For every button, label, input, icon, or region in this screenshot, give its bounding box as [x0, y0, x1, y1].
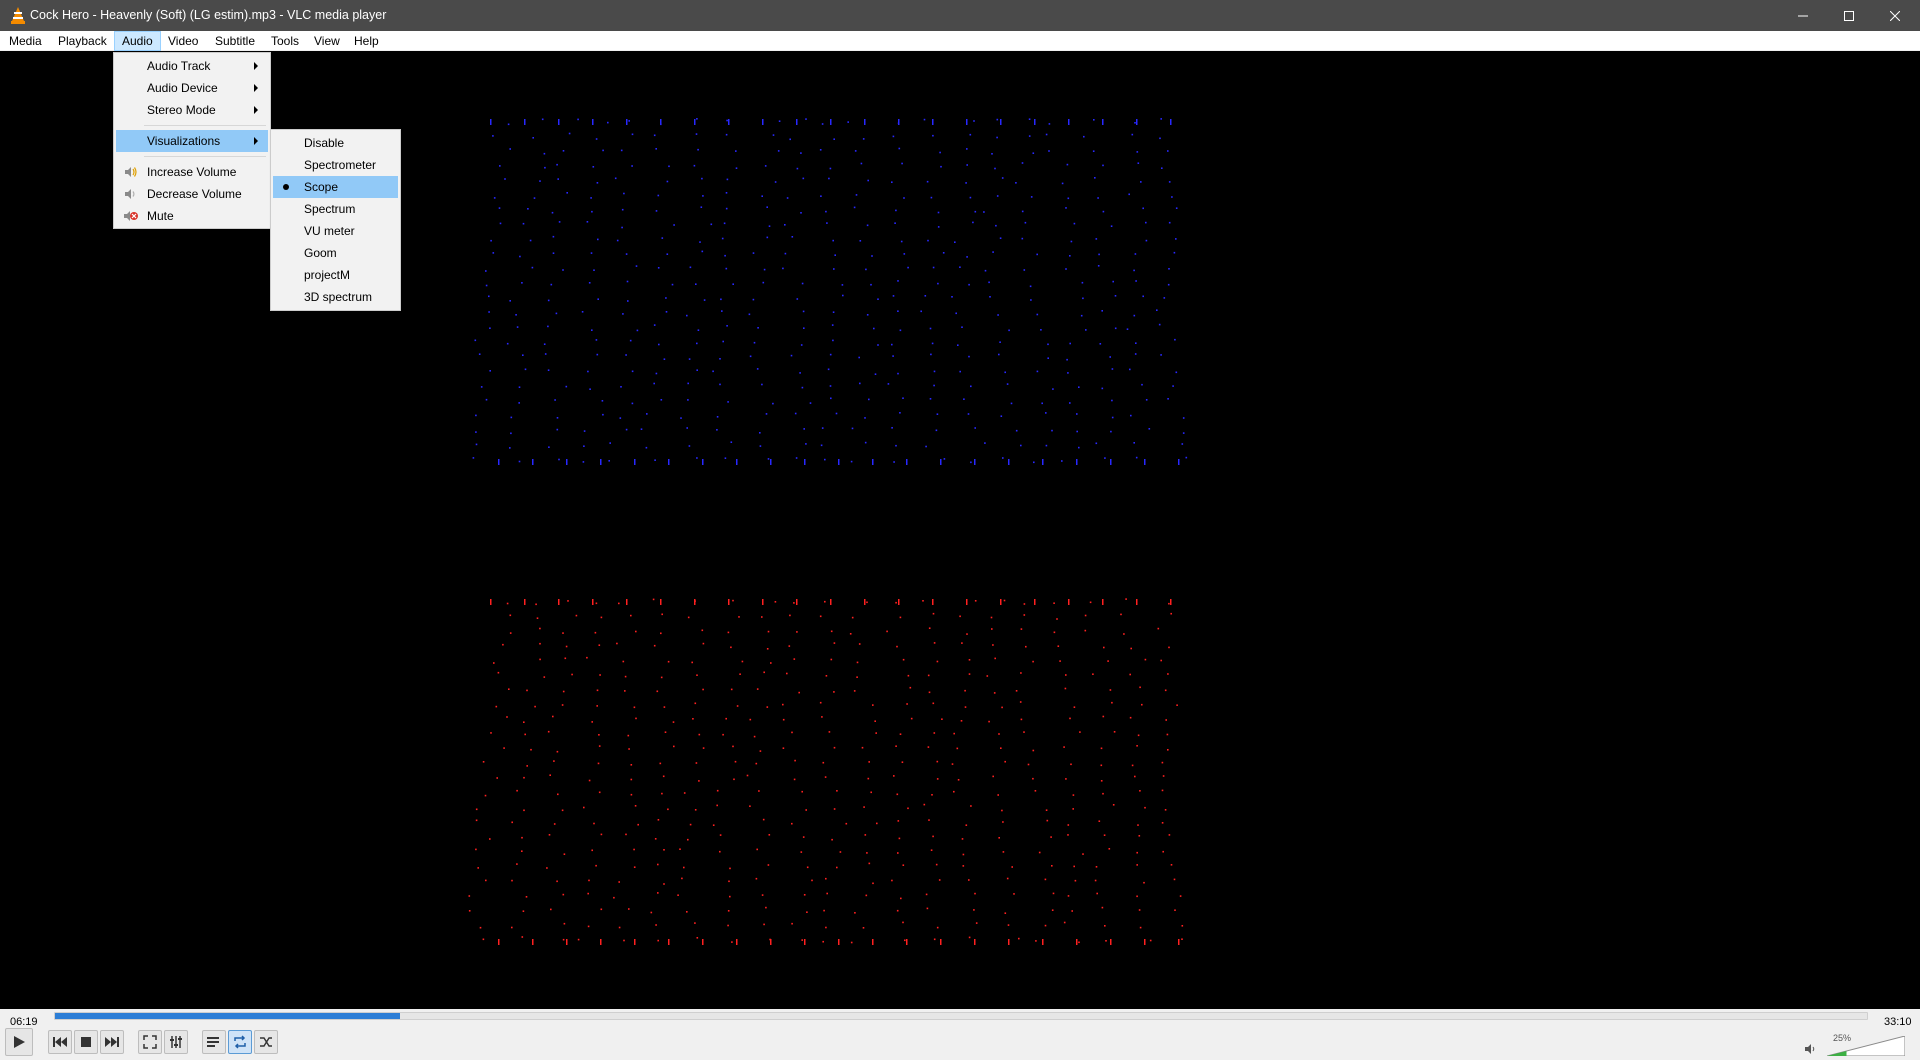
- speaker-icon[interactable]: [1805, 1043, 1817, 1055]
- menu-item-label: Audio Device: [147, 81, 218, 95]
- window-title: Cock Hero - Heavenly (Soft) (LG estim).m…: [30, 8, 387, 22]
- maximize-icon: [1844, 10, 1854, 21]
- play-button[interactable]: [5, 1028, 33, 1056]
- menu-item-label: Disable: [304, 136, 345, 150]
- menu-item-label: Increase Volume: [147, 165, 237, 179]
- menu-view[interactable]: View: [307, 31, 347, 51]
- menu-item-increase-volume[interactable]: Increase Volume: [116, 161, 268, 183]
- total-time: 33:10: [1884, 1016, 1912, 1028]
- menu-item-audio-track[interactable]: Audio Track: [116, 55, 268, 77]
- scope-channel: [472, 118, 1188, 465]
- menu-item-spectrum[interactable]: Spectrum: [273, 198, 398, 220]
- menu-item-spectrometer[interactable]: Spectrometer: [273, 154, 398, 176]
- menu-item-scope[interactable]: Scope: [273, 176, 398, 198]
- menu-item-projectm[interactable]: projectM: [273, 264, 398, 286]
- menu-playback[interactable]: Playback: [51, 31, 114, 51]
- menu-item-label: Spectrum: [304, 202, 356, 216]
- maximize-button[interactable]: [1826, 0, 1872, 31]
- menu-item-label: Stereo Mode: [147, 103, 216, 117]
- volume-down-icon: [125, 189, 135, 199]
- scope-channel: [468, 598, 1184, 945]
- menu-video[interactable]: Video: [161, 31, 205, 51]
- audio-menu: Audio Track Audio Device Stereo Mode Vis…: [113, 52, 271, 229]
- shuffle-icon: [260, 1037, 272, 1047]
- menu-item-goom[interactable]: Goom: [273, 242, 398, 264]
- menu-help[interactable]: Help: [347, 31, 386, 51]
- next-icon: [105, 1037, 119, 1047]
- menu-item-audio-device[interactable]: Audio Device: [116, 77, 268, 99]
- menu-item-disable[interactable]: Disable: [273, 132, 398, 154]
- seek-slider[interactable]: [54, 1012, 1868, 1020]
- menu-tools[interactable]: Tools: [264, 31, 306, 51]
- playlist-icon: [207, 1037, 219, 1047]
- submenu-arrow-icon: [254, 106, 258, 114]
- menu-item-label: Goom: [304, 246, 337, 260]
- minimize-button[interactable]: [1780, 0, 1826, 31]
- menu-bar: Media Playback Audio Video Subtitle Tool…: [0, 31, 1920, 51]
- stop-icon: [81, 1037, 91, 1047]
- visualizations-menu: Disable Spectrometer Scope Spectrum VU m…: [270, 129, 401, 311]
- menu-item-label: Scope: [304, 180, 339, 194]
- menu-item-label: Spectrometer: [304, 158, 377, 172]
- play-icon: [14, 1036, 25, 1048]
- next-button[interactable]: [100, 1030, 124, 1054]
- fullscreen-icon: [143, 1035, 157, 1049]
- playlist-button[interactable]: [202, 1030, 226, 1054]
- menu-item-decrease-volume[interactable]: Decrease Volume: [116, 183, 268, 205]
- loop-icon: [234, 1035, 246, 1049]
- menu-item-vu-meter[interactable]: VU meter: [273, 220, 398, 242]
- radio-selected-icon: [283, 184, 289, 190]
- menu-item-label: VU meter: [304, 224, 355, 238]
- volume-up-icon: [125, 167, 137, 177]
- previous-icon: [53, 1037, 67, 1047]
- menu-item-3d-spectrum[interactable]: 3D spectrum: [273, 286, 398, 308]
- elapsed-time: 06:19: [10, 1016, 38, 1028]
- close-icon: [1890, 10, 1900, 21]
- fullscreen-button[interactable]: [138, 1030, 162, 1054]
- loop-button[interactable]: [228, 1030, 252, 1054]
- menu-media[interactable]: Media: [2, 31, 49, 51]
- submenu-arrow-icon: [254, 137, 258, 145]
- menu-item-visualizations[interactable]: Visualizations: [116, 130, 268, 152]
- menu-audio[interactable]: Audio: [114, 31, 161, 51]
- menu-separator: [144, 125, 266, 126]
- previous-button[interactable]: [48, 1030, 72, 1054]
- menu-item-stereo-mode[interactable]: Stereo Mode: [116, 99, 268, 121]
- volume-slider[interactable]: [1827, 1036, 1905, 1056]
- minimize-icon: [1798, 15, 1808, 16]
- menu-item-label: projectM: [304, 268, 351, 282]
- mute-icon: [124, 211, 138, 221]
- menu-item-label: Audio Track: [147, 59, 211, 73]
- menu-separator: [144, 156, 266, 157]
- stop-button[interactable]: [74, 1030, 98, 1054]
- menu-item-label: Decrease Volume: [147, 187, 242, 201]
- menu-item-label: Visualizations: [147, 134, 221, 148]
- equalizer-icon: [170, 1036, 182, 1048]
- title-bar[interactable]: Cock Hero - Heavenly (Soft) (LG estim).m…: [0, 0, 1920, 31]
- submenu-arrow-icon: [254, 62, 258, 70]
- vlc-cone-icon: [11, 7, 25, 24]
- menu-item-label: 3D spectrum: [304, 290, 373, 304]
- close-button[interactable]: [1872, 0, 1918, 31]
- random-button[interactable]: [254, 1030, 278, 1054]
- seek-progress: [55, 1013, 401, 1019]
- submenu-arrow-icon: [254, 84, 258, 92]
- menu-item-label: Mute: [147, 209, 174, 223]
- menu-subtitle[interactable]: Subtitle: [208, 31, 262, 51]
- extended-settings-button[interactable]: [164, 1030, 188, 1054]
- menu-item-mute[interactable]: Mute: [116, 205, 268, 227]
